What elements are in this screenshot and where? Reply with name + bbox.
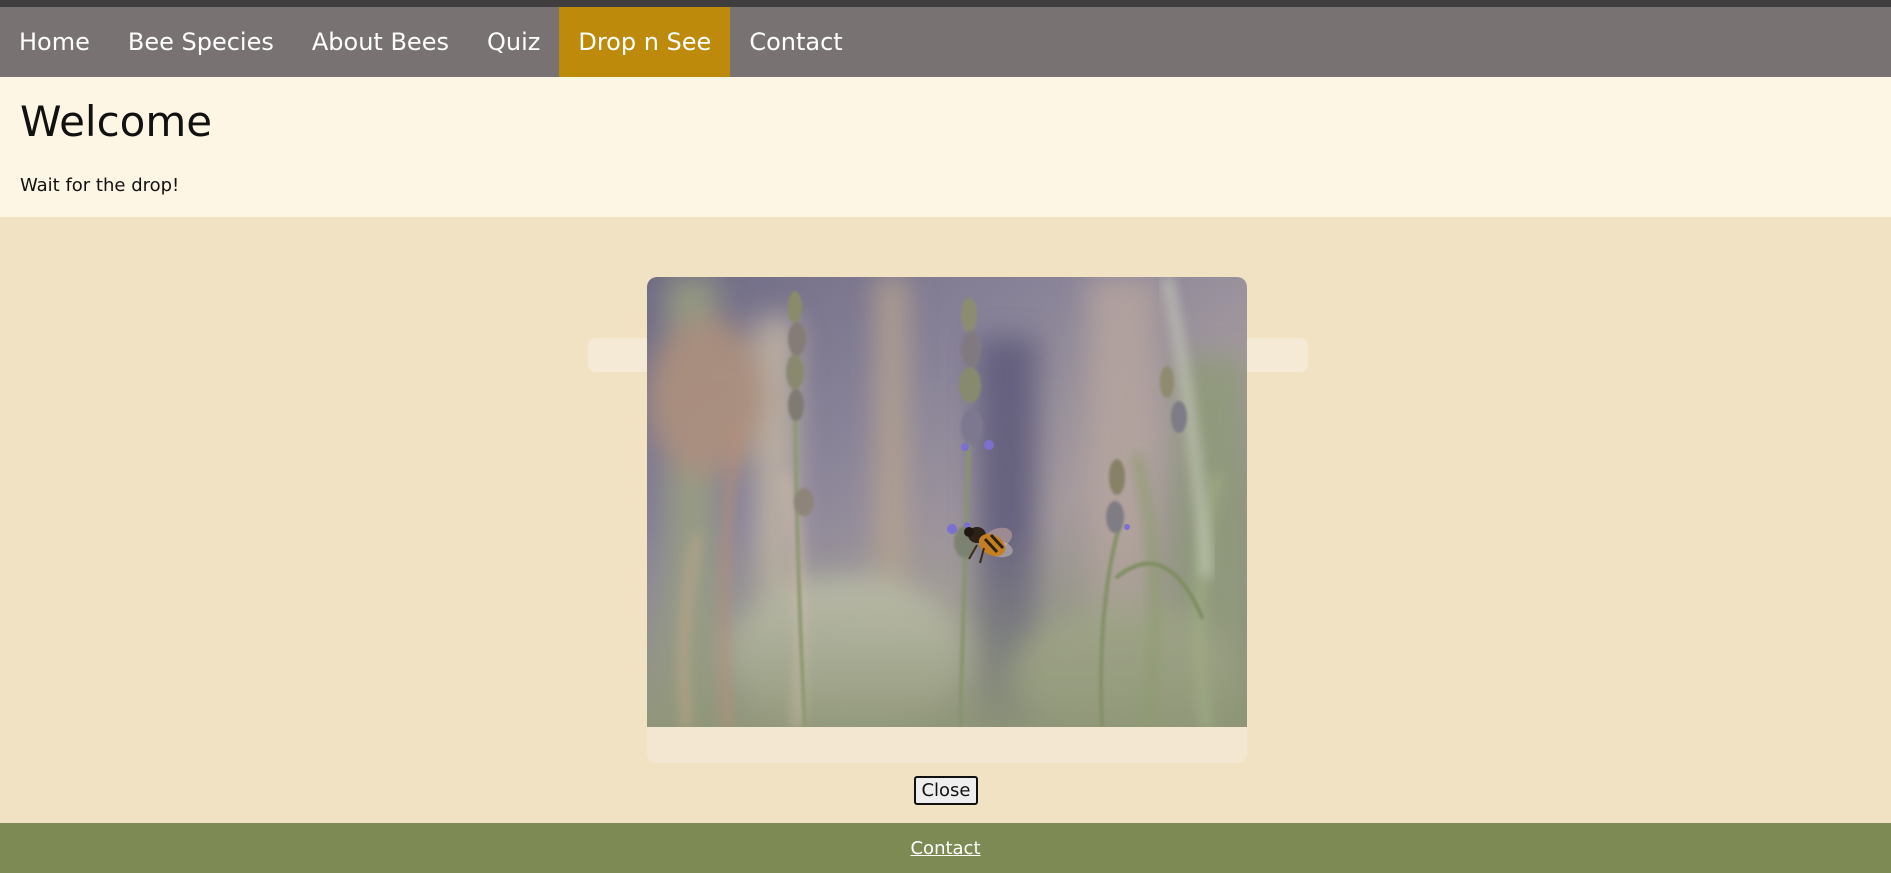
nav-item-bee-species[interactable]: Bee Species	[109, 7, 293, 77]
main-navbar: Home Bee Species About Bees Quiz Drop n …	[0, 7, 1891, 77]
nav-item-about-bees[interactable]: About Bees	[293, 7, 468, 77]
welcome-section: Welcome Wait for the drop!	[0, 77, 1891, 217]
nav-item-home[interactable]: Home	[0, 7, 109, 77]
welcome-message: Wait for the drop!	[20, 175, 180, 196]
nav-item-contact[interactable]: Contact	[730, 7, 861, 77]
footer-contact-link[interactable]: Contact	[910, 838, 980, 859]
footer: Contact	[0, 823, 1891, 873]
top-strip	[0, 0, 1891, 7]
nav-item-drop-n-see[interactable]: Drop n See	[559, 7, 731, 77]
bee-on-lavender-photo	[647, 277, 1247, 727]
page-title: Welcome	[20, 97, 213, 146]
close-button[interactable]: Close	[914, 776, 978, 805]
nav-item-quiz[interactable]: Quiz	[468, 7, 559, 77]
image-modal	[647, 277, 1247, 763]
